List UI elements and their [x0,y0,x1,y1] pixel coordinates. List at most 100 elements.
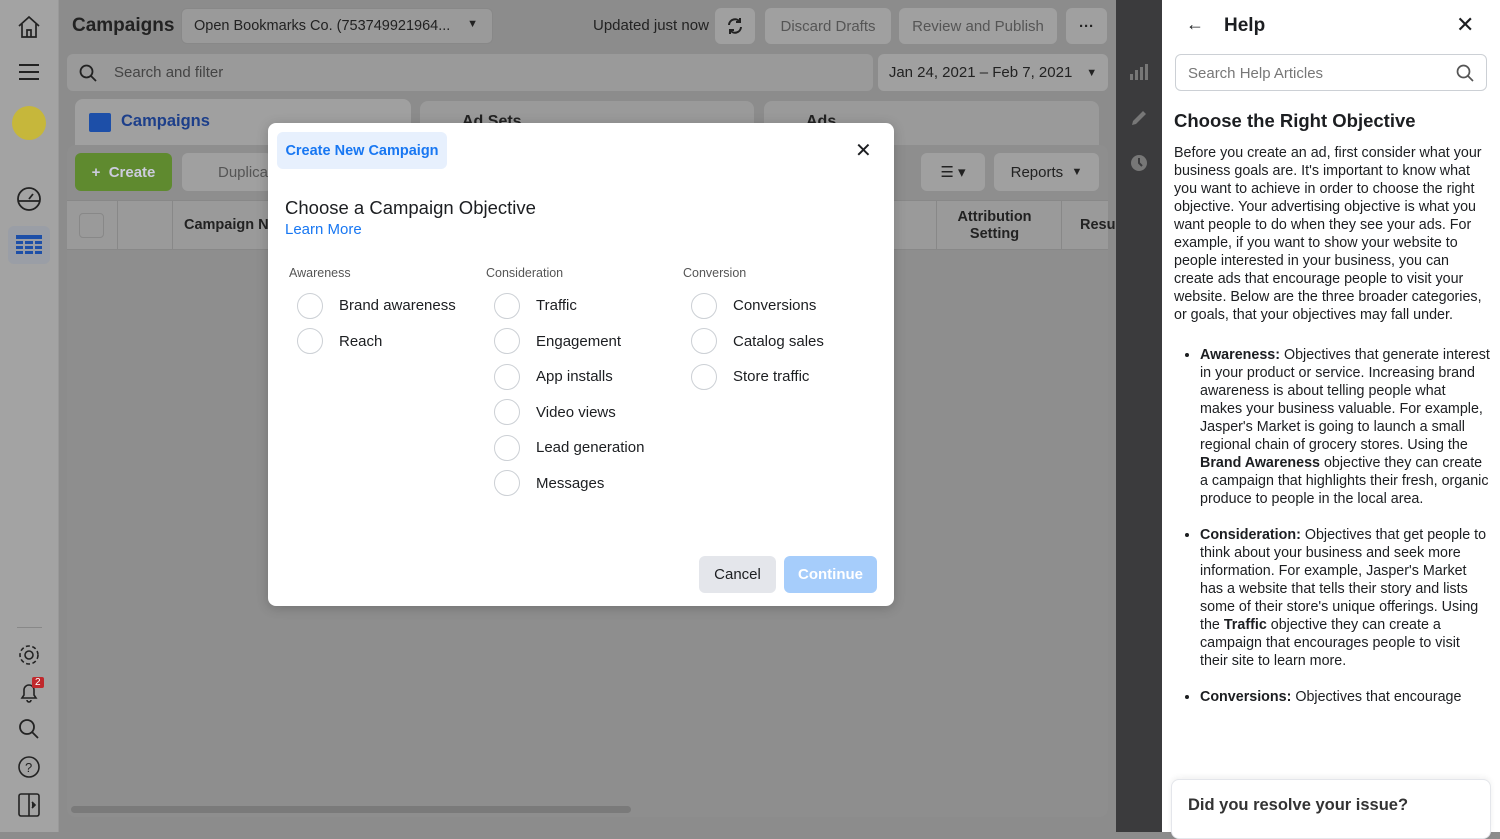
create-campaign-modal: Create New Campaign ✕ Choose a Campaign … [268,123,894,606]
notification-badge: 2 [32,677,44,688]
article-heading: Choose the Right Objective [1174,110,1416,131]
option-label: Video views [536,403,616,421]
article-intro: Before you create an ad, first consider … [1174,145,1482,323]
dashboard-gauge-icon[interactable] [14,184,44,214]
reports-button[interactable]: Reports ▼ [994,153,1099,191]
home-icon[interactable] [14,12,44,42]
objective-option[interactable]: Reach [285,324,456,360]
tools-strip [1116,0,1162,832]
help-article: Choose the Right Objective Before you cr… [1174,110,1490,724]
bullet-awareness: Awareness: Objectives that generate inte… [1200,346,1490,508]
modal-title: Choose a Campaign Objective [285,197,536,218]
radio-button[interactable] [297,292,323,319]
divider [17,627,42,628]
column-campaign-name[interactable]: Campaign Na [184,217,277,233]
feedback-question: Did you resolve your issue? [1188,796,1409,814]
duplicate-button[interactable]: Duplica [182,153,272,191]
search-icon [1456,64,1474,82]
option-label: Brand awareness [339,297,456,315]
radio-button[interactable] [691,292,717,319]
option-label: Store traffic [733,368,810,386]
account-avatar[interactable] [12,106,46,140]
discard-drafts-button[interactable]: Discard Drafts [765,8,891,44]
left-sidebar: 2 ? [0,0,59,832]
group-heading: Consideration [486,266,564,280]
group-heading: Conversion [683,266,747,280]
objective-option[interactable]: Engagement [482,324,644,360]
more-button[interactable]: ··· [1066,8,1107,44]
date-range: Jan 24, 2021 – Feb 7, 2021 [888,64,1073,81]
search-icon[interactable] [14,714,44,744]
refresh-button[interactable] [715,8,755,44]
option-label: Messages [536,474,605,492]
feedback-card: Did you resolve your issue? [1171,779,1491,839]
objective-option[interactable]: Brand awareness [285,288,456,324]
objective-option[interactable]: Messages [482,466,644,502]
table-icon[interactable] [8,226,50,264]
account-selector[interactable]: Open Bookmarks Co. (753749921964... ▼ [181,8,493,44]
horizontal-scrollbar[interactable] [71,806,631,813]
svg-text:?: ? [25,760,32,775]
bullet-consideration: Consideration: Objectives that get peopl… [1200,526,1490,670]
objective-option[interactable]: Catalog sales [679,324,824,360]
search-icon [79,64,97,82]
column-results[interactable]: Resu [1080,217,1115,233]
date-range-picker[interactable]: Jan 24, 2021 – Feb 7, 2021 ▼ [878,54,1108,91]
objective-group: Consideration Traffic Engagement App instal… [482,266,644,501]
menu-icon[interactable] [14,57,44,87]
objective-option[interactable]: App installs [482,359,644,395]
clock-icon[interactable] [1130,154,1148,172]
cancel-button[interactable]: Cancel [699,556,776,593]
radio-button[interactable] [494,399,520,426]
help-search-placeholder: Search Help Articles [1188,65,1324,82]
tab-create-new-campaign[interactable]: Create New Campaign [277,132,447,169]
bullet-conversions: Conversions: Objectives that encourage [1200,688,1490,706]
create-button[interactable]: + Create [75,153,172,191]
help-title: Help [1224,15,1266,36]
back-button[interactable]: ← [1186,14,1204,35]
continue-button[interactable]: Continue [784,556,877,593]
objective-option[interactable]: Store traffic [679,359,824,395]
chart-icon[interactable] [1130,64,1148,80]
objective-group: Conversion Conversions Catalog sales Store … [679,266,824,395]
help-search-input[interactable]: Search Help Articles [1175,54,1487,91]
radio-button[interactable] [691,363,717,390]
radio-button[interactable] [494,363,520,390]
close-help-button[interactable]: ✕ [1456,12,1474,38]
pencil-icon[interactable] [1130,109,1148,127]
radio-button[interactable] [494,434,520,461]
radio-button[interactable] [494,328,520,355]
option-label: Catalog sales [733,332,824,350]
column-attribution-setting[interactable]: Attribution Setting [947,209,1042,243]
objective-option[interactable]: Conversions [679,288,824,324]
update-status: Updated just now [593,17,709,34]
objective-option[interactable]: Traffic [482,288,644,324]
radio-button[interactable] [691,328,717,355]
reports-label: Reports [1010,163,1064,181]
objective-group: Awareness Brand awareness Reach [285,266,456,359]
select-all-checkbox[interactable] [79,213,104,238]
option-label: Conversions [733,297,817,315]
help-panel: ← Help ✕ Search Help Articles Choose the… [1162,0,1500,839]
panel-toggle-icon[interactable] [14,790,44,820]
tab-label: Campaigns [121,112,210,130]
option-label: Lead generation [536,439,645,457]
radio-button[interactable] [297,328,323,355]
columns-button[interactable]: ☰ ▾ [921,153,985,191]
gear-icon[interactable] [14,640,44,670]
close-modal-button[interactable]: ✕ [855,138,872,163]
learn-more-link[interactable]: Learn More [285,221,362,238]
create-label: Create [108,163,156,181]
page-title: Campaigns [72,15,175,36]
option-label: Engagement [536,332,622,350]
help-icon[interactable]: ? [14,752,44,782]
bell-icon[interactable]: 2 [14,677,44,707]
radio-button[interactable] [494,292,520,319]
objective-option[interactable]: Lead generation [482,430,644,466]
search-placeholder: Search and filter [114,64,224,81]
group-heading: Awareness [289,266,351,280]
search-filter-input[interactable]: Search and filter [67,54,873,91]
objective-option[interactable]: Video views [482,395,644,431]
review-publish-button[interactable]: Review and Publish [899,8,1057,44]
radio-button[interactable] [494,470,520,497]
